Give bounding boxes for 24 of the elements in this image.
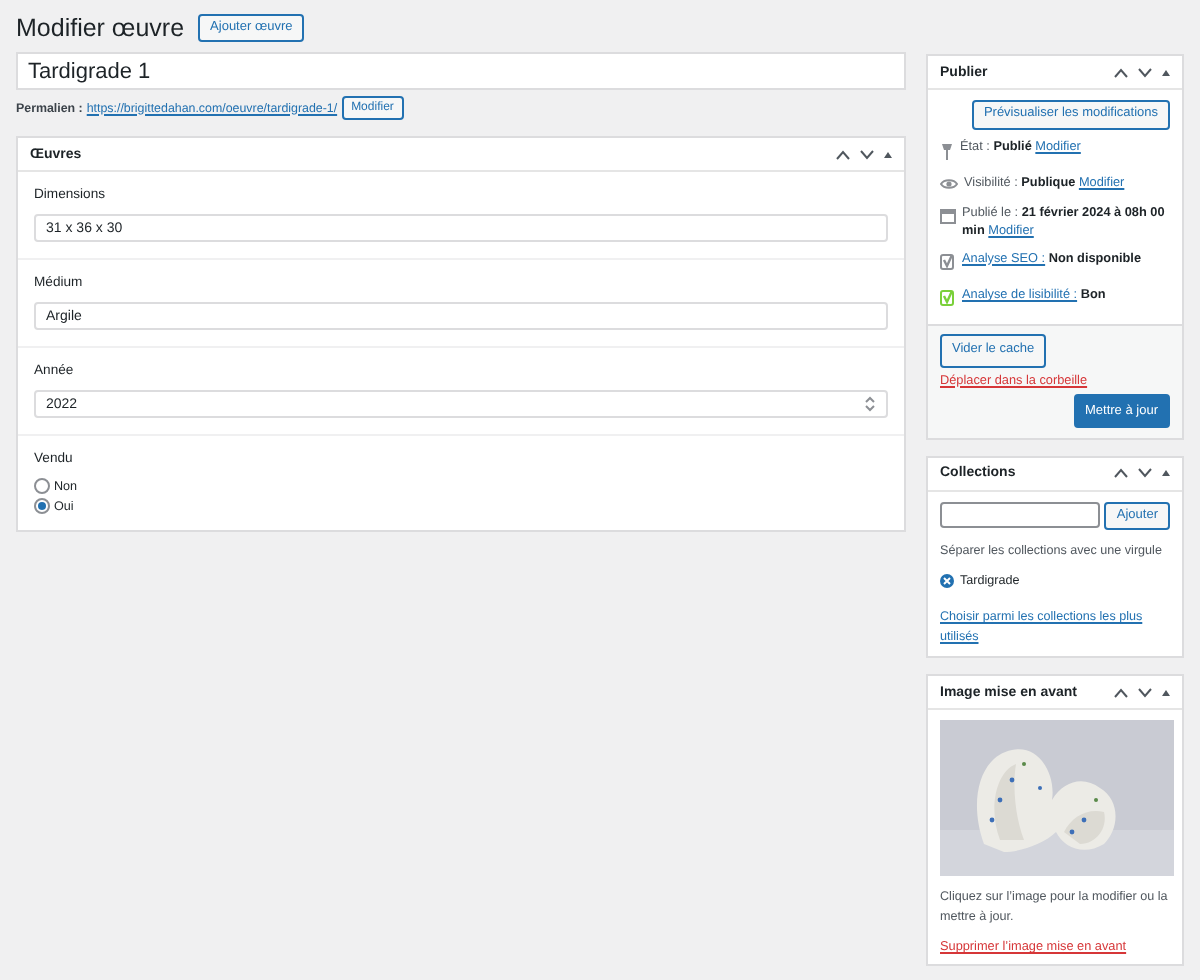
remove-icon[interactable] (940, 574, 954, 589)
chevron-up-icon[interactable] (1114, 687, 1128, 698)
triangle-up-icon[interactable] (1162, 470, 1170, 477)
chevron-up-icon[interactable] (836, 149, 850, 159)
radio-button[interactable] (34, 478, 50, 494)
pin-icon (940, 141, 954, 159)
spinner-icon[interactable] (864, 396, 876, 412)
chevron-down-icon[interactable] (860, 149, 874, 159)
chevron-up-icon[interactable] (1114, 67, 1128, 77)
chevron-up-icon[interactable] (1114, 468, 1128, 479)
calendar-icon (940, 208, 956, 225)
chevron-down-icon[interactable] (1138, 468, 1152, 479)
y-logo-icon (940, 253, 956, 272)
title-field[interactable]: Tardigrade 1 (16, 52, 906, 90)
triangle-up-icon[interactable] (884, 151, 892, 157)
triangle-up-icon[interactable] (1162, 689, 1170, 696)
chevron-down-icon[interactable] (1138, 67, 1152, 77)
eye-icon (940, 177, 958, 190)
triangle-up-icon[interactable] (1162, 69, 1170, 75)
collection-field[interactable] (940, 501, 1101, 528)
chevron-down-icon[interactable] (1138, 687, 1152, 698)
y-logo-icon (940, 289, 956, 308)
page-title: Modifier œuvre (16, 14, 185, 42)
radio-button[interactable] (34, 498, 50, 514)
